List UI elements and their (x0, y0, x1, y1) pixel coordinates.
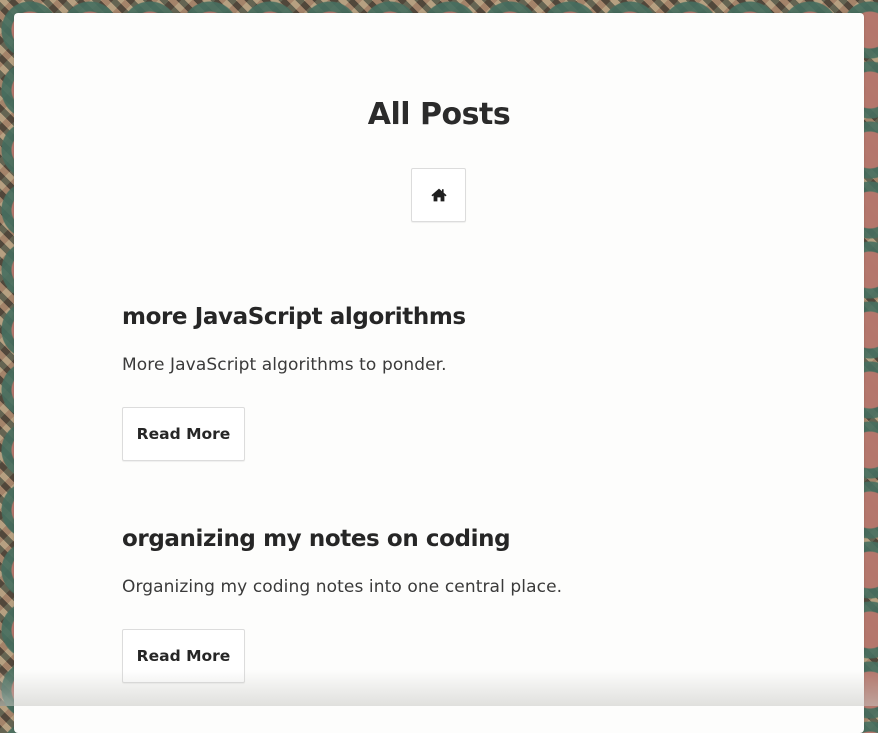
post-excerpt: Organizing my coding notes into one cent… (122, 577, 563, 597)
post-title[interactable]: more JavaScript algorithms (122, 304, 466, 330)
page-title: All Posts (367, 97, 511, 132)
content-card: All Posts more JavaScript algorithms Mor… (14, 13, 864, 733)
post-item: organizing my notes on coding Organizing… (122, 526, 562, 683)
read-more-button[interactable]: Read More (122, 629, 245, 683)
home-button[interactable] (411, 168, 466, 222)
post-item: more JavaScript algorithms More JavaScri… (122, 304, 466, 461)
read-more-button[interactable]: Read More (122, 407, 245, 461)
post-excerpt: More JavaScript algorithms to ponder. (122, 355, 447, 375)
home-icon (430, 188, 447, 202)
post-title[interactable]: organizing my notes on coding (122, 526, 511, 552)
